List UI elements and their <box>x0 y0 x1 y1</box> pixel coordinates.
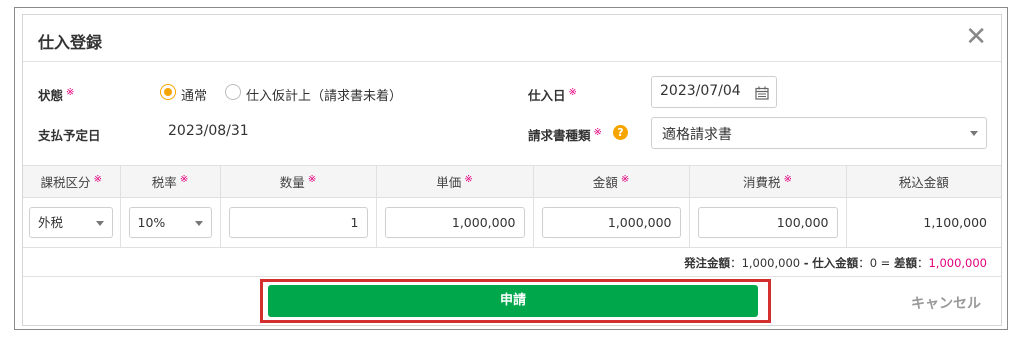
required-mark: ※ <box>66 86 75 98</box>
dialog-header: 仕入登録 ✕ <box>23 15 1001 62</box>
help-icon[interactable]: ? <box>613 125 628 140</box>
cell-unit-price: 1,000,000 <box>375 197 534 248</box>
status-radio-normal[interactable] <box>160 84 176 100</box>
purchase-date-input[interactable]: 2023/07/04 <box>651 76 777 108</box>
col-header-tax-category: 課税区分 ※ <box>23 165 121 198</box>
calendar-icon[interactable] <box>755 86 769 100</box>
chevron-down-icon <box>194 221 203 226</box>
cell-total-with-tax: 1,100,000 <box>845 197 1001 248</box>
amount-summary: 発注金額：1,000,000 - 仕入金額：0 = 差額：1,000,000 <box>684 256 987 270</box>
payment-date-value: 2023/08/31 <box>168 123 249 139</box>
cell-consumption-tax: 100,000 <box>688 197 847 248</box>
purchase-date-label: 仕入日 ※ <box>528 86 577 103</box>
status-radio-provisional[interactable] <box>225 84 241 100</box>
amount-input[interactable]: 1,000,000 <box>541 207 681 238</box>
table-row: 外税 10% 1 1,000,000 1,000,000 100,000 1,1… <box>23 197 1001 248</box>
status-radio-provisional-label[interactable]: 仕入仮計上（請求書未着） <box>246 85 402 104</box>
col-header-unit-price: 単価 ※ <box>375 165 534 198</box>
cell-tax-category: 外税 <box>23 197 121 248</box>
submit-button[interactable]: 申請 <box>268 285 758 317</box>
purchase-registration-dialog: 仕入登録 ✕ 状態 ※ 通常 仕入仮計上（請求書未着） 支払予定日 2023/08… <box>22 14 1002 326</box>
cell-quantity: 1 <box>219 197 377 248</box>
chevron-down-icon <box>970 131 978 136</box>
difference-value: 1,000,000 <box>928 256 987 270</box>
cancel-button[interactable]: キャンセル <box>911 293 981 313</box>
table-header-row: 課税区分 ※ 税率 ※ 数量 ※ 単価 ※ 金額 ※ 消費税 ※ 税込金額 <box>23 165 1001 198</box>
col-header-total-with-tax: 税込金額 <box>845 165 1001 198</box>
col-header-quantity: 数量 ※ <box>219 165 377 198</box>
required-mark: ※ <box>593 126 602 138</box>
invoice-type-value: 適格請求書 <box>662 127 732 143</box>
col-header-tax-rate: 税率 ※ <box>119 165 221 198</box>
invoice-type-select[interactable]: 適格請求書 <box>651 117 987 149</box>
tax-category-select[interactable]: 外税 <box>29 207 113 238</box>
cell-amount: 1,000,000 <box>532 197 690 248</box>
status-label: 状態 ※ <box>38 86 75 103</box>
unit-price-input[interactable]: 1,000,000 <box>384 207 525 238</box>
line-items-table: 課税区分 ※ 税率 ※ 数量 ※ 単価 ※ 金額 ※ 消費税 ※ 税込金額 外税 10% <box>23 165 1001 248</box>
col-header-amount: 金額 ※ <box>532 165 690 198</box>
payment-date-label: 支払予定日 <box>38 128 101 143</box>
total-with-tax-value: 1,100,000 <box>923 215 987 230</box>
dialog-title: 仕入登録 <box>38 33 103 52</box>
tax-rate-select[interactable]: 10% <box>128 207 212 238</box>
chevron-down-icon <box>95 221 104 226</box>
footer-divider <box>23 276 1001 277</box>
quantity-input[interactable]: 1 <box>228 207 368 238</box>
col-header-consumption-tax: 消費税 ※ <box>688 165 847 198</box>
purchase-date-value: 2023/07/04 <box>660 83 741 99</box>
close-icon[interactable]: ✕ <box>965 24 987 50</box>
consumption-tax-input[interactable]: 100,000 <box>697 207 838 238</box>
status-radio-normal-label[interactable]: 通常 <box>181 85 207 104</box>
required-mark: ※ <box>568 86 577 98</box>
cell-tax-rate: 10% <box>119 197 221 248</box>
invoice-type-label: 請求書種類 ※ <box>528 126 602 143</box>
